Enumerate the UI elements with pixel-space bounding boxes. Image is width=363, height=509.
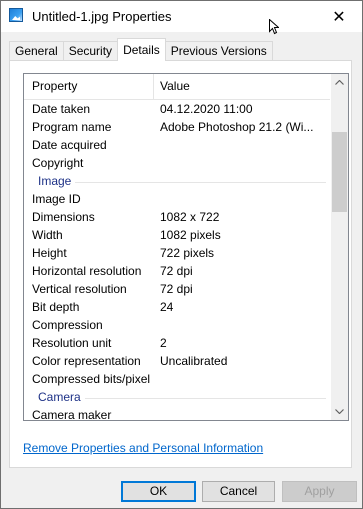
property-row[interactable]: Date acquired bbox=[24, 136, 330, 154]
tab-previous-versions[interactable]: Previous Versions bbox=[164, 41, 273, 61]
property-row[interactable]: Color representation Uncalibrated bbox=[24, 352, 330, 370]
list-header: Property Value bbox=[24, 74, 330, 100]
property-name: Width bbox=[32, 228, 63, 242]
tab-security[interactable]: Security bbox=[62, 41, 119, 61]
group-header-camera: Camera bbox=[24, 388, 330, 406]
tab-strip: General Security Details Previous Versio… bbox=[9, 38, 273, 61]
property-row[interactable]: Bit depth 24 bbox=[24, 298, 330, 316]
title-bar: Untitled-1.jpg Properties ✕ bbox=[1, 1, 362, 32]
property-name: Resolution unit bbox=[32, 336, 112, 350]
property-row[interactable]: Image ID bbox=[24, 190, 330, 208]
apply-button[interactable]: Apply bbox=[282, 481, 357, 502]
property-name: Image ID bbox=[32, 192, 81, 206]
property-row[interactable]: Program name Adobe Photoshop 21.2 (Wi... bbox=[24, 118, 330, 136]
property-row[interactable]: Vertical resolution 72 dpi bbox=[24, 280, 330, 298]
property-row[interactable]: Camera maker bbox=[24, 406, 330, 421]
property-name: Color representation bbox=[32, 354, 141, 368]
ok-button[interactable]: OK bbox=[121, 481, 196, 502]
property-list[interactable]: Property Value Date taken 04.12.2020 11:0… bbox=[23, 73, 349, 421]
property-value[interactable]: 72 dpi bbox=[160, 264, 328, 278]
scroll-down-arrow-icon[interactable] bbox=[331, 403, 348, 420]
property-row[interactable]: Copyright bbox=[24, 154, 330, 172]
property-row[interactable]: Date taken 04.12.2020 11:00 bbox=[24, 100, 330, 118]
property-row[interactable]: Horizontal resolution 72 dpi bbox=[24, 262, 330, 280]
property-name: Camera maker bbox=[32, 408, 112, 421]
property-row[interactable]: Compression bbox=[24, 316, 330, 334]
property-rows: Date taken 04.12.2020 11:00 Program name Ad… bbox=[24, 100, 330, 421]
window-title: Untitled-1.jpg Properties bbox=[32, 9, 172, 24]
details-panel: Property Value Date taken 04.12.2020 11:0… bbox=[9, 60, 352, 468]
property-value[interactable]: 24 bbox=[160, 300, 328, 314]
tab-general[interactable]: General bbox=[9, 41, 64, 61]
scrollbar-thumb[interactable] bbox=[332, 132, 347, 212]
properties-dialog: Untitled-1.jpg Properties ✕ General Secu… bbox=[0, 0, 363, 509]
group-divider bbox=[38, 182, 326, 183]
property-value[interactable]: 1082 x 722 bbox=[160, 210, 328, 224]
property-name: Date taken bbox=[32, 102, 91, 116]
column-header-value[interactable]: Value bbox=[160, 79, 190, 93]
image-file-icon bbox=[9, 8, 23, 22]
property-name: Date acquired bbox=[32, 138, 107, 152]
property-name: Dimensions bbox=[32, 210, 95, 224]
property-value[interactable]: 04.12.2020 11:00 bbox=[160, 102, 328, 116]
property-row[interactable]: Resolution unit 2 bbox=[24, 334, 330, 352]
property-name: Bit depth bbox=[32, 300, 80, 314]
property-name: Height bbox=[32, 246, 67, 260]
column-header-property[interactable]: Property bbox=[32, 79, 77, 93]
property-value[interactable]: 722 pixels bbox=[160, 246, 328, 260]
property-row[interactable]: Height 722 pixels bbox=[24, 244, 330, 262]
property-value[interactable]: 2 bbox=[160, 336, 328, 350]
property-row[interactable]: Width 1082 pixels bbox=[24, 226, 330, 244]
close-button[interactable]: ✕ bbox=[316, 1, 362, 32]
property-value[interactable]: 1082 pixels bbox=[160, 228, 328, 242]
property-row[interactable]: Compressed bits/pixel bbox=[24, 370, 330, 388]
property-name: Copyright bbox=[32, 156, 84, 170]
group-header-image: Image bbox=[24, 172, 330, 190]
property-value[interactable]: 72 dpi bbox=[160, 282, 328, 296]
property-name: Compression bbox=[32, 318, 103, 332]
property-name: Program name bbox=[32, 120, 112, 134]
cancel-button[interactable]: Cancel bbox=[202, 481, 275, 502]
property-row[interactable]: Dimensions 1082 x 722 bbox=[24, 208, 330, 226]
group-label: Image bbox=[38, 174, 76, 188]
tab-details[interactable]: Details bbox=[117, 38, 166, 61]
column-divider[interactable] bbox=[153, 74, 154, 99]
vertical-scrollbar[interactable] bbox=[331, 74, 348, 420]
mouse-cursor-icon bbox=[269, 19, 279, 35]
scroll-up-arrow-icon[interactable] bbox=[331, 74, 348, 91]
remove-properties-link[interactable]: Remove Properties and Personal Informati… bbox=[23, 441, 263, 455]
property-name: Vertical resolution bbox=[32, 282, 127, 296]
close-icon: ✕ bbox=[332, 8, 346, 26]
property-value[interactable]: Uncalibrated bbox=[160, 354, 328, 368]
group-label: Camera bbox=[38, 390, 85, 404]
property-value[interactable]: Adobe Photoshop 21.2 (Wi... bbox=[160, 120, 328, 134]
property-name: Compressed bits/pixel bbox=[32, 372, 151, 386]
property-name: Horizontal resolution bbox=[32, 264, 142, 278]
